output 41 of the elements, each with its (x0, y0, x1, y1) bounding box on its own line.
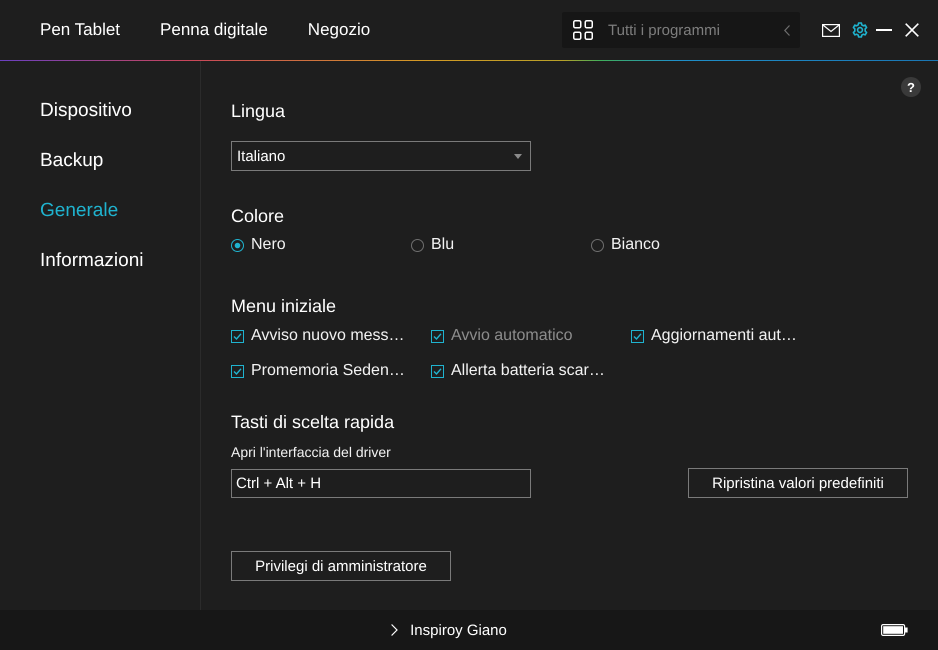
section-title: Tasti di scelta rapida (231, 411, 394, 434)
close-icon[interactable] (905, 23, 919, 37)
checkbox-icon[interactable] (631, 330, 644, 342)
reset-defaults-button[interactable]: Ripristina valori predefiniti (688, 468, 908, 498)
nav-tab[interactable]: Pen Tablet (40, 20, 120, 40)
checkbox-label[interactable]: Allerta batteria scar… (451, 362, 605, 380)
battery-icon (881, 624, 908, 636)
checkbox-icon[interactable] (431, 364, 444, 378)
radio-icon[interactable] (231, 238, 244, 252)
radio-label[interactable]: Bianco (611, 236, 660, 254)
radio-icon[interactable] (411, 238, 424, 252)
radio-icon[interactable] (591, 238, 604, 252)
sidebar-item[interactable]: Backup (40, 136, 104, 186)
admin-privileges-button[interactable]: Privilegi di amministratore (231, 551, 451, 581)
radio-label[interactable]: Nero (251, 236, 286, 254)
caret-icon (514, 154, 522, 158)
chevron-right-icon (391, 624, 398, 636)
sidebar-item[interactable]: Dispositivo (40, 86, 132, 136)
checkbox-label[interactable]: Promemoria Seden… (251, 362, 405, 380)
device-link[interactable]: Inspiroy Giano (391, 622, 507, 638)
nav-tab[interactable]: Negozio (308, 20, 370, 40)
checkbox-label[interactable]: Aggiornamenti aut… (651, 327, 797, 345)
radio-label[interactable]: Blu (431, 236, 454, 254)
shortcut-field[interactable]: Ctrl + Alt + H (231, 468, 531, 498)
help-button[interactable]: ? (901, 77, 921, 97)
section-title: Colore (231, 205, 284, 228)
nav-tab[interactable]: Penna digitale (160, 20, 268, 40)
sidebar-item[interactable]: Informazioni (40, 236, 144, 286)
chevron-left-icon[interactable] (784, 24, 790, 36)
search-field[interactable]: Tutti i programmi (562, 12, 800, 48)
sidebar-item[interactable]: Generale (40, 186, 118, 236)
field-label: Apri l'interfaccia del driver (231, 443, 391, 461)
grid-icon (573, 20, 593, 40)
section-title: Lingua (231, 100, 286, 123)
checkbox-icon[interactable] (231, 364, 244, 378)
checkbox-label[interactable]: Avviso nuovo mess… (251, 327, 405, 345)
language-dropdown[interactable]: Italiano (231, 141, 531, 171)
checkbox-icon[interactable] (231, 330, 244, 342)
section-title: Menu iniziale (231, 295, 336, 318)
settings-icon[interactable] (852, 22, 868, 38)
mail-icon[interactable] (822, 24, 840, 36)
